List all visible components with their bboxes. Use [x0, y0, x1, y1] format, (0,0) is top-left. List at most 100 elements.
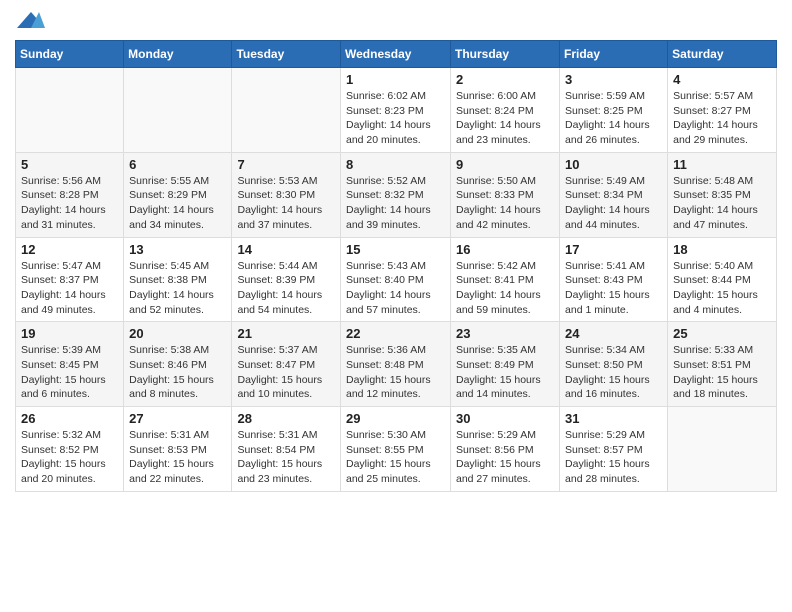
calendar-header-wednesday: Wednesday [341, 41, 451, 68]
calendar-cell: 24 Sunrise: 5:34 AMSunset: 8:50 PMDayligh… [560, 322, 668, 407]
calendar-cell: 8Sunrise: 5:52 AMSunset: 8:32 PMDaylight… [341, 152, 451, 237]
calendar-cell: 25 Sunrise: 5:33 AMSunset: 8:51 PMDayligh… [668, 322, 777, 407]
calendar-cell: 31Sunrise: 5:29 AMSunset: 8:57 PMDayligh… [560, 407, 668, 492]
calendar-header-thursday: Thursday [451, 41, 560, 68]
calendar-header-tuesday: Tuesday [232, 41, 341, 68]
calendar-table: SundayMondayTuesdayWednesdayThursdayFrid… [15, 40, 777, 492]
calendar-cell: 1 Sunrise: 6:02 AMSunset: 8:23 PMDaylight… [341, 68, 451, 153]
day-number: 20 [129, 326, 226, 341]
calendar-cell: 5 Sunrise: 5:56 AMSunset: 8:28 PMDaylight… [16, 152, 124, 237]
day-number: 17 [565, 242, 662, 257]
header [15, 10, 777, 32]
calendar-cell: 4 Sunrise: 5:57 AMSunset: 8:27 PMDaylight… [668, 68, 777, 153]
day-number: 19 [21, 326, 118, 341]
cell-info: Sunrise: 5:56 AMSunset: 8:28 PMDaylight:… [21, 174, 118, 233]
calendar-cell: 12Sunrise: 5:47 AMSunset: 8:37 PMDayligh… [16, 237, 124, 322]
day-number: 24 [565, 326, 662, 341]
calendar-cell: 11 Sunrise: 5:48 AMSunset: 8:35 PMDayligh… [668, 152, 777, 237]
calendar-week-row: 12Sunrise: 5:47 AMSunset: 8:37 PMDayligh… [16, 237, 777, 322]
calendar-cell: 13 Sunrise: 5:45 AMSunset: 8:38 PMDayligh… [124, 237, 232, 322]
logo-bird-icon [17, 10, 45, 32]
cell-info: Sunrise: 5:31 AMSunset: 8:53 PMDaylight:… [129, 428, 226, 487]
logo [15, 10, 45, 32]
calendar-cell: 6 Sunrise: 5:55 AMSunset: 8:29 PMDaylight… [124, 152, 232, 237]
day-number: 28 [237, 411, 335, 426]
calendar-cell: 28 Sunrise: 5:31 AMSunset: 8:54 PMDayligh… [232, 407, 341, 492]
cell-info: Sunrise: 5:59 AMSunset: 8:25 PMDaylight:… [565, 89, 662, 148]
day-number: 16 [456, 242, 554, 257]
cell-info: Sunrise: 5:49 AMSunset: 8:34 PMDaylight:… [565, 174, 662, 233]
day-number: 10 [565, 157, 662, 172]
calendar-cell [16, 68, 124, 153]
day-number: 18 [673, 242, 771, 257]
calendar-cell: 16 Sunrise: 5:42 AMSunset: 8:41 PMDayligh… [451, 237, 560, 322]
calendar-cell: 29 Sunrise: 5:30 AMSunset: 8:55 PMDayligh… [341, 407, 451, 492]
cell-info: Sunrise: 6:02 AMSunset: 8:23 PMDaylight:… [346, 89, 445, 148]
cell-info: Sunrise: 5:45 AMSunset: 8:38 PMDaylight:… [129, 259, 226, 318]
calendar-week-row: 1 Sunrise: 6:02 AMSunset: 8:23 PMDaylight… [16, 68, 777, 153]
calendar-cell: 27 Sunrise: 5:31 AMSunset: 8:53 PMDayligh… [124, 407, 232, 492]
cell-info: Sunrise: 5:48 AMSunset: 8:35 PMDaylight:… [673, 174, 771, 233]
day-number: 8 [346, 157, 445, 172]
calendar-cell: 3 Sunrise: 5:59 AMSunset: 8:25 PMDaylight… [560, 68, 668, 153]
day-number: 9 [456, 157, 554, 172]
cell-info: Sunrise: 5:31 AMSunset: 8:54 PMDaylight:… [237, 428, 335, 487]
cell-info: Sunrise: 5:57 AMSunset: 8:27 PMDaylight:… [673, 89, 771, 148]
cell-info: Sunrise: 5:55 AMSunset: 8:29 PMDaylight:… [129, 174, 226, 233]
day-number: 31 [565, 411, 662, 426]
day-number: 1 [346, 72, 445, 87]
cell-info: Sunrise: 5:36 AMSunset: 8:48 PMDaylight:… [346, 343, 445, 402]
cell-info: Sunrise: 5:33 AMSunset: 8:51 PMDaylight:… [673, 343, 771, 402]
day-number: 25 [673, 326, 771, 341]
day-number: 3 [565, 72, 662, 87]
day-number: 7 [237, 157, 335, 172]
day-number: 26 [21, 411, 118, 426]
calendar-header-row: SundayMondayTuesdayWednesdayThursdayFrid… [16, 41, 777, 68]
cell-info: Sunrise: 5:38 AMSunset: 8:46 PMDaylight:… [129, 343, 226, 402]
day-number: 22 [346, 326, 445, 341]
day-number: 13 [129, 242, 226, 257]
cell-info: Sunrise: 5:53 AMSunset: 8:30 PMDaylight:… [237, 174, 335, 233]
calendar-cell: 21 Sunrise: 5:37 AMSunset: 8:47 PMDayligh… [232, 322, 341, 407]
calendar-cell: 10 Sunrise: 5:49 AMSunset: 8:34 PMDayligh… [560, 152, 668, 237]
day-number: 12 [21, 242, 118, 257]
day-number: 5 [21, 157, 118, 172]
day-number: 6 [129, 157, 226, 172]
day-number: 2 [456, 72, 554, 87]
cell-info: Sunrise: 6:00 AMSunset: 8:24 PMDaylight:… [456, 89, 554, 148]
cell-info: Sunrise: 5:41 AMSunset: 8:43 PMDaylight:… [565, 259, 662, 318]
calendar-cell: 30Sunrise: 5:29 AMSunset: 8:56 PMDayligh… [451, 407, 560, 492]
cell-info: Sunrise: 5:44 AMSunset: 8:39 PMDaylight:… [237, 259, 335, 318]
calendar-cell: 17 Sunrise: 5:41 AMSunset: 8:43 PMDayligh… [560, 237, 668, 322]
calendar-header-monday: Monday [124, 41, 232, 68]
day-number: 11 [673, 157, 771, 172]
calendar-header-friday: Friday [560, 41, 668, 68]
calendar-week-row: 26 Sunrise: 5:32 AMSunset: 8:52 PMDayligh… [16, 407, 777, 492]
cell-info: Sunrise: 5:37 AMSunset: 8:47 PMDaylight:… [237, 343, 335, 402]
calendar-cell: 26 Sunrise: 5:32 AMSunset: 8:52 PMDayligh… [16, 407, 124, 492]
day-number: 29 [346, 411, 445, 426]
calendar-cell: 7 Sunrise: 5:53 AMSunset: 8:30 PMDaylight… [232, 152, 341, 237]
day-number: 27 [129, 411, 226, 426]
cell-info: Sunrise: 5:40 AMSunset: 8:44 PMDaylight:… [673, 259, 771, 318]
day-number: 15 [346, 242, 445, 257]
cell-info: Sunrise: 5:39 AMSunset: 8:45 PMDaylight:… [21, 343, 118, 402]
calendar-cell: 19 Sunrise: 5:39 AMSunset: 8:45 PMDayligh… [16, 322, 124, 407]
calendar-cell: 15Sunrise: 5:43 AMSunset: 8:40 PMDayligh… [341, 237, 451, 322]
calendar-cell: 20 Sunrise: 5:38 AMSunset: 8:46 PMDayligh… [124, 322, 232, 407]
cell-info: Sunrise: 5:32 AMSunset: 8:52 PMDaylight:… [21, 428, 118, 487]
cell-info: Sunrise: 5:34 AMSunset: 8:50 PMDaylight:… [565, 343, 662, 402]
cell-info: Sunrise: 5:42 AMSunset: 8:41 PMDaylight:… [456, 259, 554, 318]
day-number: 21 [237, 326, 335, 341]
calendar-cell: 22 Sunrise: 5:36 AMSunset: 8:48 PMDayligh… [341, 322, 451, 407]
calendar-week-row: 5 Sunrise: 5:56 AMSunset: 8:28 PMDaylight… [16, 152, 777, 237]
calendar-cell: 9Sunrise: 5:50 AMSunset: 8:33 PMDaylight… [451, 152, 560, 237]
calendar-week-row: 19 Sunrise: 5:39 AMSunset: 8:45 PMDayligh… [16, 322, 777, 407]
day-number: 23 [456, 326, 554, 341]
calendar-header-saturday: Saturday [668, 41, 777, 68]
day-number: 4 [673, 72, 771, 87]
day-number: 30 [456, 411, 554, 426]
calendar-header-sunday: Sunday [16, 41, 124, 68]
day-number: 14 [237, 242, 335, 257]
cell-info: Sunrise: 5:30 AMSunset: 8:55 PMDaylight:… [346, 428, 445, 487]
